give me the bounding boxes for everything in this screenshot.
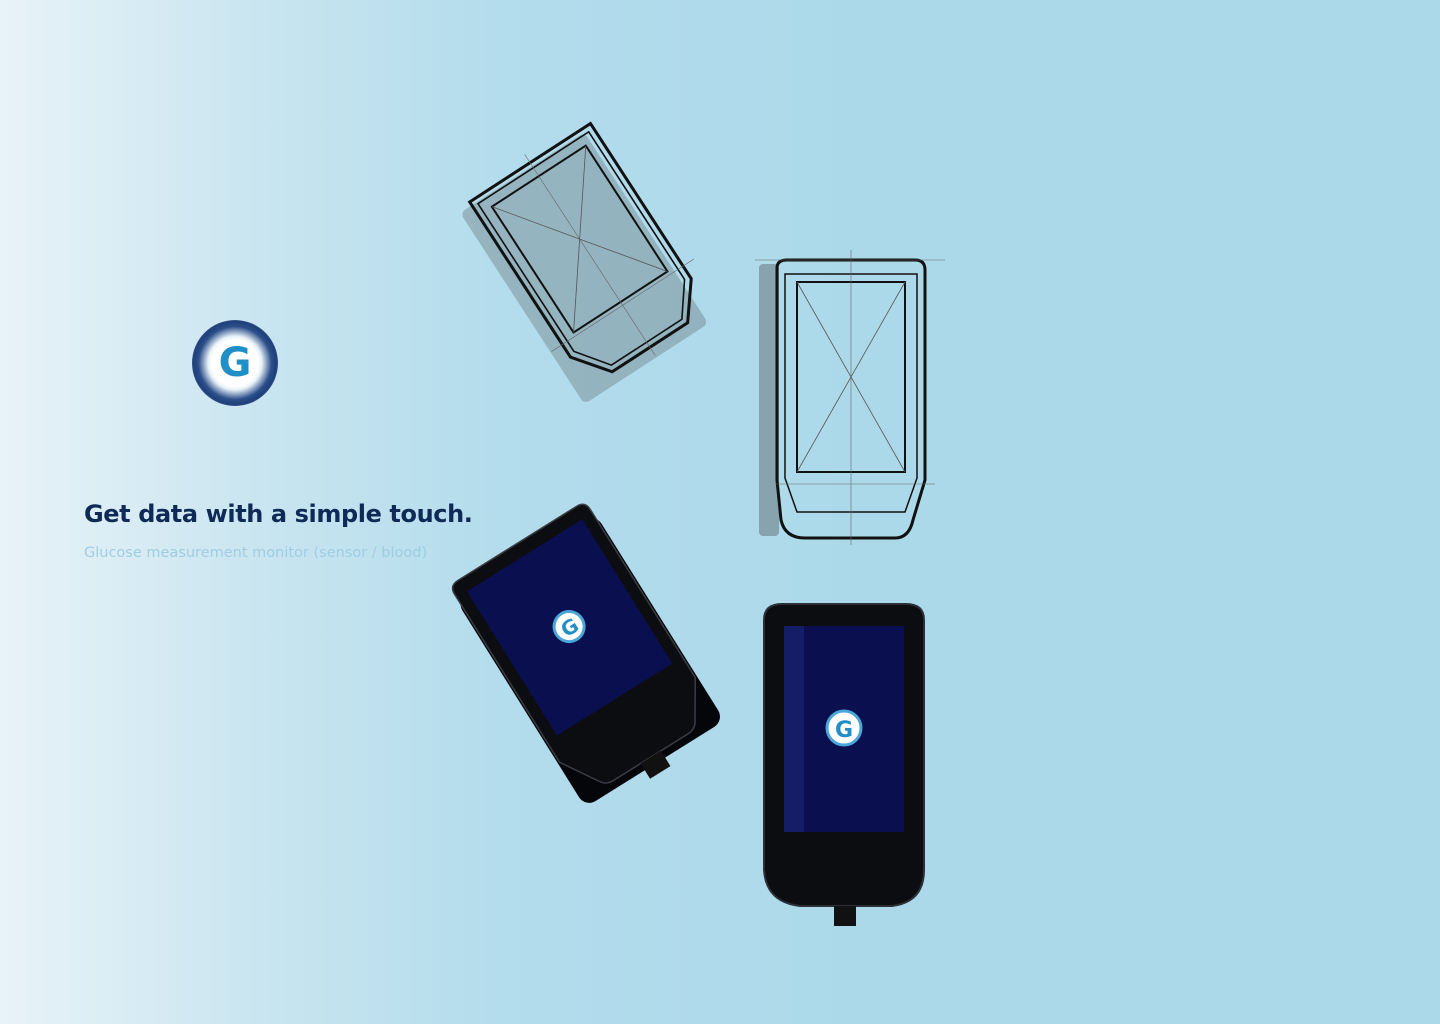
device-render-front: G	[763, 603, 925, 926]
brand-logo: G	[192, 320, 278, 406]
subline: Glucose measurement monitor (sensor / bl…	[84, 545, 428, 561]
headline: Get data with a simple touch.	[84, 500, 473, 528]
device-sketch-front	[755, 250, 945, 545]
svg-text:G: G	[835, 718, 853, 743]
g-logo-icon: G	[218, 340, 252, 386]
device-sketch-tilted	[462, 121, 707, 402]
device-render-tilted: G	[451, 503, 720, 803]
